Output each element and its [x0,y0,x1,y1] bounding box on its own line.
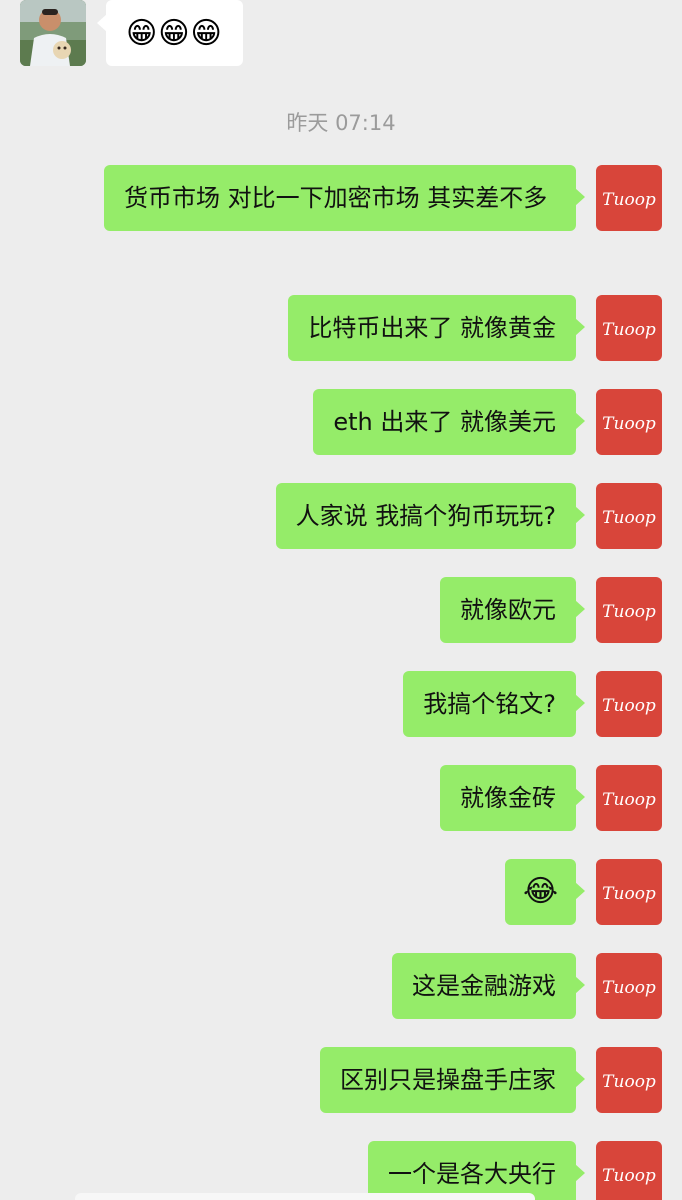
incoming-message-row: 😁😁😁 [20,0,420,66]
svg-text:Tuoop: Tuoop [602,978,656,998]
tuoop-logo-icon: Tuoop [602,320,656,340]
outgoing-message-bubble[interactable]: eth 出来了 就像美元 [313,389,585,455]
my-avatar[interactable]: Tuoop [596,765,662,831]
outgoing-message-text: 货币市场 对比一下加密市场 其实差不多 [124,184,548,212]
outgoing-message-bubble[interactable]: 区别只是操盘手庄家 [320,1047,585,1113]
avatar-photo-icon [20,0,86,66]
outgoing-message-text: 区别只是操盘手庄家 [340,1066,556,1094]
chat-message-list[interactable]: 😁😁😁 昨天 07:14 货币市场 对比一下加密市场 其实差不多 Tuoop 比… [0,0,682,1200]
outgoing-message-text: 就像金砖 [460,784,556,812]
svg-text:Tuoop: Tuoop [602,884,656,904]
outgoing-message-row: 😂 Tuoop [504,859,662,925]
my-avatar[interactable]: Tuoop [596,1141,662,1200]
my-avatar[interactable]: Tuoop [596,577,662,643]
my-avatar[interactable]: Tuoop [596,859,662,925]
outgoing-message-text: eth 出来了 就像美元 [333,408,556,436]
my-avatar[interactable]: Tuoop [596,389,662,455]
outgoing-message-row: 就像金砖 Tuoop [440,765,662,831]
outgoing-message-row: eth 出来了 就像美元 Tuoop [313,389,662,455]
outgoing-message-bubble[interactable]: 😂 [504,859,586,925]
outgoing-message-bubble[interactable]: 比特币出来了 就像黄金 [288,295,585,361]
tuoop-logo-icon: Tuoop [602,1166,656,1186]
tuoop-logo-icon: Tuoop [602,508,656,528]
outgoing-message-text: 就像欧元 [460,596,556,624]
outgoing-message-row: 货币市场 对比一下加密市场 其实差不多 Tuoop [104,165,662,231]
svg-text:Tuoop: Tuoop [602,1166,656,1186]
outgoing-message-bubble[interactable]: 这是金融游戏 [392,953,585,1019]
outgoing-message-row: 区别只是操盘手庄家 Tuoop [320,1047,662,1113]
outgoing-message-row: 人家说 我搞个狗币玩玩? Tuoop [275,483,662,549]
outgoing-message-bubble[interactable]: 就像欧元 [440,577,585,643]
tuoop-logo-icon: Tuoop [602,790,656,810]
my-avatar[interactable]: Tuoop [596,165,662,231]
outgoing-message-bubble[interactable]: 一个是各大央行 [368,1141,585,1200]
outgoing-message-row: 这是金融游戏 Tuoop [392,953,662,1019]
my-avatar[interactable]: Tuoop [596,295,662,361]
svg-text:Tuoop: Tuoop [602,602,656,622]
tuoop-logo-icon: Tuoop [602,190,656,210]
svg-text:Tuoop: Tuoop [602,508,656,528]
outgoing-message-bubble[interactable]: 人家说 我搞个狗币玩玩? [275,483,586,549]
my-avatar[interactable]: Tuoop [596,1047,662,1113]
tuoop-logo-icon: Tuoop [602,696,656,716]
outgoing-message-text: 这是金融游戏 [412,972,556,1000]
svg-text:Tuoop: Tuoop [602,414,656,434]
outgoing-message-row: 我搞个铭文? Tuoop [403,671,662,737]
outgoing-message-bubble[interactable]: 货币市场 对比一下加密市场 其实差不多 [104,165,585,231]
peer-avatar[interactable] [20,0,86,66]
message-timestamp: 昨天 07:14 [286,111,396,135]
outgoing-message-text: 我搞个铭文? [423,690,556,718]
input-bar-edge [75,1193,535,1200]
outgoing-message-row: 比特币出来了 就像黄金 Tuoop [288,295,662,361]
svg-text:Tuoop: Tuoop [602,696,656,716]
svg-text:Tuoop: Tuoop [602,320,656,340]
tuoop-logo-icon: Tuoop [602,884,656,904]
svg-text:Tuoop: Tuoop [602,1072,656,1092]
tuoop-logo-icon: Tuoop [602,414,656,434]
outgoing-message-text: 人家说 我搞个狗币玩玩? [295,502,556,530]
outgoing-message-row: 就像欧元 Tuoop [440,577,662,643]
outgoing-message-text: 一个是各大央行 [388,1160,556,1188]
my-avatar[interactable]: Tuoop [596,953,662,1019]
outgoing-message-row: 一个是各大央行 Tuoop [368,1141,662,1200]
outgoing-message-bubble[interactable]: 就像金砖 [440,765,585,831]
incoming-message-text: 😁😁😁 [126,15,223,51]
tuoop-logo-icon: Tuoop [602,602,656,622]
tuoop-logo-icon: Tuoop [602,978,656,998]
outgoing-message-bubble[interactable]: 我搞个铭文? [403,671,585,737]
incoming-message-bubble[interactable]: 😁😁😁 [97,0,243,66]
outgoing-message-text: 比特币出来了 就像黄金 [308,314,556,342]
my-avatar[interactable]: Tuoop [596,671,662,737]
outgoing-message-text: 😂 [522,874,558,909]
tuoop-logo-icon: Tuoop [602,1072,656,1092]
my-avatar[interactable]: Tuoop [596,483,662,549]
svg-text:Tuoop: Tuoop [602,190,656,210]
svg-text:Tuoop: Tuoop [602,790,656,810]
